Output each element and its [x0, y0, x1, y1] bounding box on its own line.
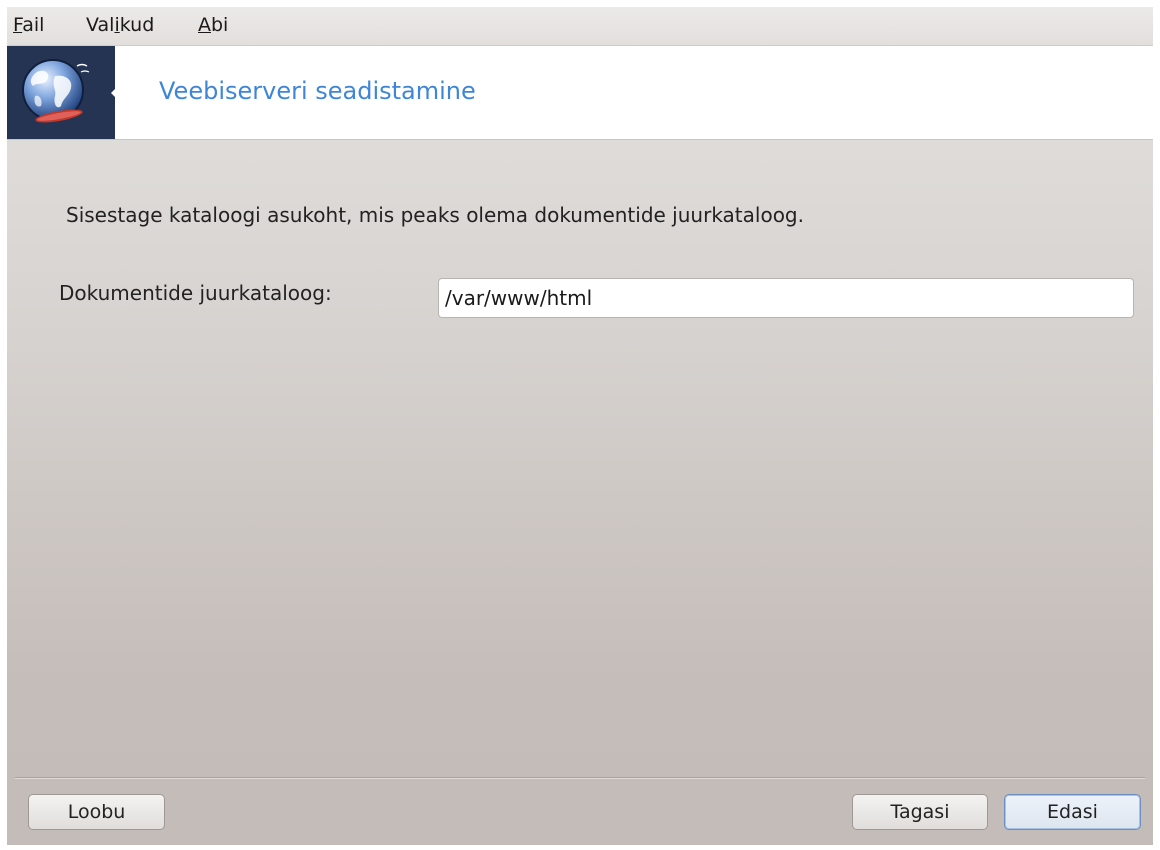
document-root-label: Dokumentide juurkataloog: [59, 281, 332, 305]
menu-bar: Fail Valikud Abi [7, 7, 1153, 46]
menu-options[interactable]: Valikud [86, 14, 154, 36]
menu-help[interactable]: Abi [198, 14, 228, 36]
back-button[interactable]: Tagasi [852, 794, 988, 830]
menu-file[interactable]: Fail [13, 14, 44, 36]
page-title: Veebiserveri seadistamine [159, 77, 476, 105]
next-button[interactable]: Edasi [1004, 794, 1141, 830]
instruction-text: Sisestage kataloogi asukoht, mis peaks o… [66, 203, 804, 227]
header-notch [111, 76, 128, 110]
button-separator [15, 777, 1145, 779]
document-root-input[interactable] [438, 278, 1134, 318]
wizard-window: Fail Valikud Abi Veebiserveri seadistami… [7, 7, 1153, 845]
wizard-header: Veebiserveri seadistamine [7, 46, 1153, 140]
cancel-button[interactable]: Loobu [28, 794, 165, 830]
header-logo-panel [7, 46, 115, 139]
web-globe-icon [22, 59, 90, 123]
